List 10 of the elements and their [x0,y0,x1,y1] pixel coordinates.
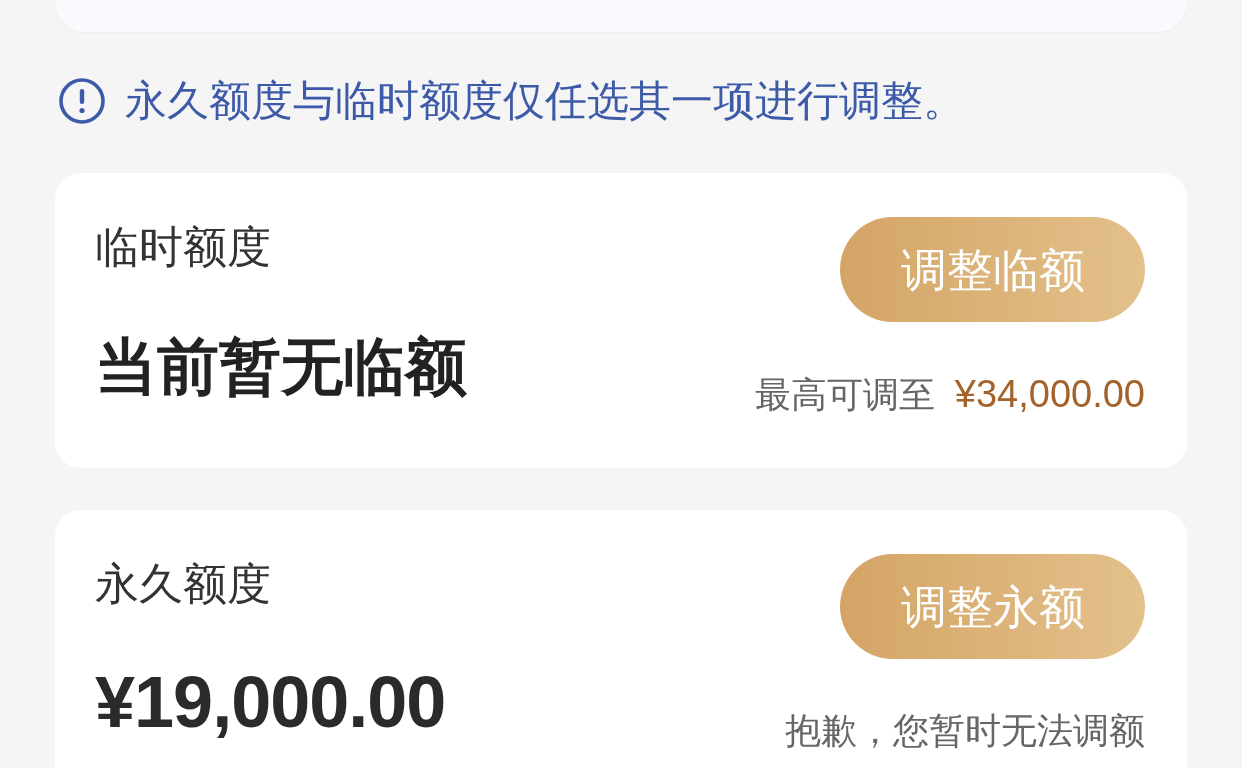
quota-title: 永久额度 [95,558,271,611]
limit-note: 最高可调至 ¥34,000.00 [754,372,1145,417]
quota-status: 当前暂无临额 [95,330,467,403]
adjust-button[interactable]: 调整临额 [840,217,1145,322]
quota-title: 临时额度 [95,221,271,273]
quota-amount: ¥19,000.00 [95,661,446,744]
adjust-button[interactable]: 调整永额 [840,554,1145,660]
notice-text: 永久额度与临时额度仅任选其一项进行调整。 [125,75,965,126]
limit-note: 抱歉，您暂时无法调额 [785,709,1145,753]
info-icon [59,78,105,124]
